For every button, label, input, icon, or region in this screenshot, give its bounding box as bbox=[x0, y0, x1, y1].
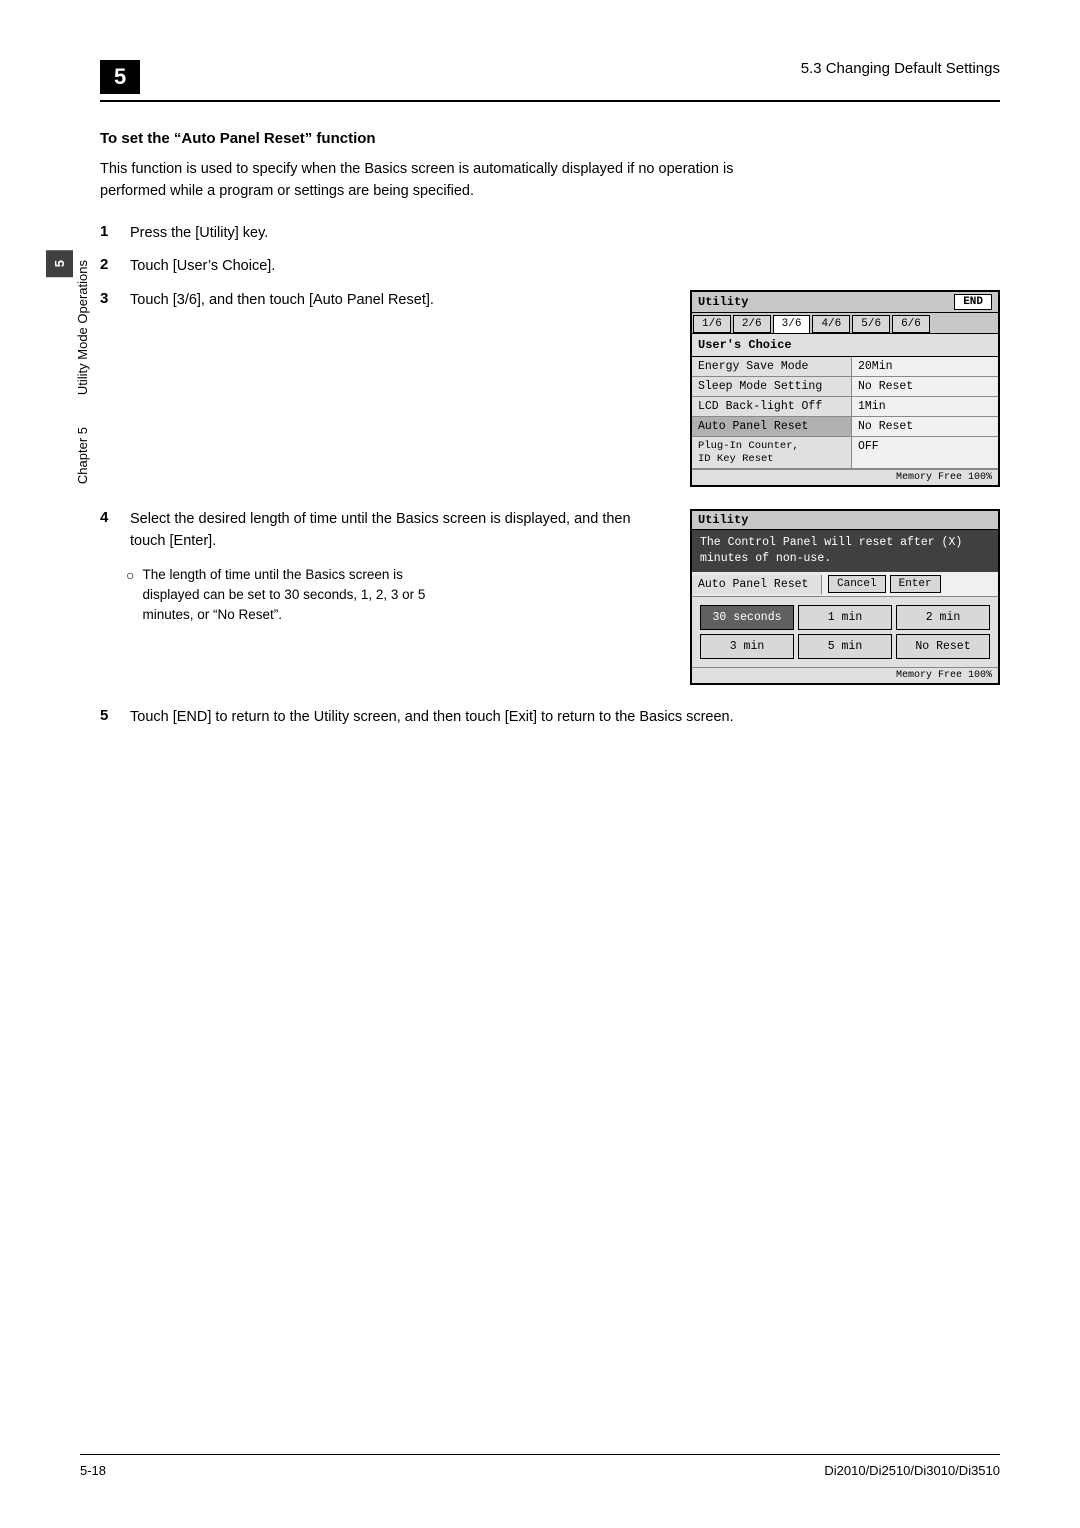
step-2-text: Touch [User’s Choice]. bbox=[130, 256, 275, 278]
lcd2-cancel-button[interactable]: Cancel bbox=[828, 575, 886, 593]
step-1-text: Press the [Utility] key. bbox=[130, 223, 268, 245]
lcd-screen-2: Utility The Control Panel will reset aft… bbox=[690, 509, 1000, 685]
step-1-number: 1 bbox=[100, 223, 120, 240]
step-5-text: Touch [END] to return to the Utility scr… bbox=[130, 707, 734, 729]
lcd2-enter-button[interactable]: Enter bbox=[890, 575, 941, 593]
lcd1-val-auto: No Reset bbox=[852, 417, 998, 436]
lcd2-option-2min[interactable]: 2 min bbox=[896, 605, 990, 630]
lcd1-key-energy: Energy Save Mode bbox=[692, 357, 852, 376]
lcd1-end-button[interactable]: END bbox=[954, 294, 992, 310]
lcd1-val-sleep: No Reset bbox=[852, 377, 998, 396]
step-3-content: 3 Touch [3/6], and then touch [Auto Pane… bbox=[100, 290, 660, 324]
footer-right: Di2010/Di2510/Di3010/Di3510 bbox=[824, 1463, 1000, 1478]
step-4-text: Select the desired length of time until … bbox=[130, 509, 660, 553]
lcd1-key-sleep: Sleep Mode Setting bbox=[692, 377, 852, 396]
tab-5-6[interactable]: 5/6 bbox=[852, 315, 890, 333]
lcd1-key-auto: Auto Panel Reset bbox=[692, 417, 852, 436]
lcd2-title: Utility bbox=[698, 513, 748, 527]
lcd1-row-lcd[interactable]: LCD Back-light Off 1Min bbox=[692, 397, 998, 417]
sidebar-chapter-text: Chapter 5 bbox=[75, 417, 90, 494]
step-4-number: 4 bbox=[100, 509, 120, 526]
lcd2-option-3min[interactable]: 3 min bbox=[700, 634, 794, 659]
footer-left: 5-18 bbox=[80, 1463, 106, 1478]
lcd1-titlebar: Utility END bbox=[692, 292, 998, 313]
step-4-row: 4 Select the desired length of time unti… bbox=[100, 509, 1000, 685]
step-2: 2 Touch [User’s Choice]. bbox=[100, 256, 1000, 278]
lcd2-option-30sec[interactable]: 30 seconds bbox=[700, 605, 794, 630]
tab-6-6[interactable]: 6/6 bbox=[892, 315, 930, 333]
screen1-container: Utility END 1/6 2/6 3/6 4/6 5/6 6/6 User… bbox=[690, 290, 1000, 487]
lcd1-val-lcd: 1Min bbox=[852, 397, 998, 416]
lcd1-row-auto[interactable]: Auto Panel Reset No Reset bbox=[692, 417, 998, 437]
lcd2-option-5min[interactable]: 5 min bbox=[798, 634, 892, 659]
lcd1-key-lcd: LCD Back-light Off bbox=[692, 397, 852, 416]
step-3: 3 Touch [3/6], and then touch [Auto Pane… bbox=[100, 290, 660, 312]
bullet-icon: ○ bbox=[126, 567, 134, 626]
lcd1-row-energy[interactable]: Energy Save Mode 20Min bbox=[692, 357, 998, 377]
lcd2-info-line1: The Control Panel will reset after (X) bbox=[700, 535, 990, 551]
step-1: 1 Press the [Utility] key. bbox=[100, 223, 1000, 245]
lcd2-auto-label: Auto Panel Reset bbox=[692, 575, 822, 594]
lcd-screen-1: Utility END 1/6 2/6 3/6 4/6 5/6 6/6 User… bbox=[690, 290, 1000, 487]
chapter-number: 5 bbox=[100, 60, 140, 94]
lcd2-auto-row: Auto Panel Reset Cancel Enter bbox=[692, 572, 998, 597]
lcd2-option-1min[interactable]: 1 min bbox=[798, 605, 892, 630]
lcd2-time-options: 30 seconds 1 min 2 min 3 min 5 min No Re… bbox=[692, 597, 998, 667]
page-header: 5 5.3 Changing Default Settings bbox=[100, 60, 1000, 102]
sidebar-chapter-num: 5 bbox=[46, 250, 73, 277]
sidebar-label: Utility Mode Operations bbox=[75, 250, 90, 405]
step-3-text: Touch [3/6], and then touch [Auto Panel … bbox=[130, 290, 434, 312]
tab-4-6[interactable]: 4/6 bbox=[812, 315, 850, 333]
page-footer: 5-18 Di2010/Di2510/Di3010/Di3510 bbox=[80, 1454, 1000, 1478]
lcd1-key-plugin: Plug-In Counter,ID Key Reset bbox=[692, 437, 852, 468]
sidebar: 5 Utility Mode Operations Chapter 5 bbox=[0, 250, 90, 950]
step-4-sub-text: The length of time until the Basics scre… bbox=[142, 565, 462, 626]
lcd1-label: User's Choice bbox=[692, 334, 998, 357]
tab-1-6[interactable]: 1/6 bbox=[693, 315, 731, 333]
lcd1-title: Utility bbox=[698, 295, 748, 309]
step-3-row: 3 Touch [3/6], and then touch [Auto Pane… bbox=[100, 290, 1000, 487]
lcd1-memory: Memory Free 100% bbox=[692, 469, 998, 485]
section-heading: To set the “Auto Panel Reset” function bbox=[100, 130, 1000, 147]
step-4: 4 Select the desired length of time unti… bbox=[100, 509, 660, 553]
lcd1-tabs: 1/6 2/6 3/6 4/6 5/6 6/6 bbox=[692, 313, 998, 334]
lcd2-memory: Memory Free 100% bbox=[692, 667, 998, 683]
lcd2-action-buttons: Cancel Enter bbox=[822, 572, 998, 596]
tab-3-6[interactable]: 3/6 bbox=[773, 315, 811, 333]
lcd1-val-plugin: OFF bbox=[852, 437, 998, 468]
step-4-subbullet: ○ The length of time until the Basics sc… bbox=[126, 565, 660, 626]
screen2-container: Utility The Control Panel will reset aft… bbox=[690, 509, 1000, 685]
lcd2-option-noreset[interactable]: No Reset bbox=[896, 634, 990, 659]
lcd2-info-box: The Control Panel will reset after (X) m… bbox=[692, 530, 998, 572]
chapter-header: 5 bbox=[100, 60, 140, 94]
lcd1-row-sleep[interactable]: Sleep Mode Setting No Reset bbox=[692, 377, 998, 397]
lcd2-titlebar: Utility bbox=[692, 511, 998, 530]
step-5: 5 Touch [END] to return to the Utility s… bbox=[100, 707, 1000, 729]
intro-text: This function is used to specify when th… bbox=[100, 159, 800, 203]
lcd2-info-line2: minutes of non-use. bbox=[700, 551, 990, 567]
section-title: 5.3 Changing Default Settings bbox=[801, 60, 1000, 77]
lcd1-val-energy: 20Min bbox=[852, 357, 998, 376]
step-2-number: 2 bbox=[100, 256, 120, 273]
tab-2-6[interactable]: 2/6 bbox=[733, 315, 771, 333]
page: 5 5.3 Changing Default Settings To set t… bbox=[0, 0, 1080, 1528]
lcd1-row-plugin[interactable]: Plug-In Counter,ID Key Reset OFF bbox=[692, 437, 998, 469]
step-4-content: 4 Select the desired length of time unti… bbox=[100, 509, 660, 625]
step-5-number: 5 bbox=[100, 707, 120, 729]
step-3-number: 3 bbox=[100, 290, 120, 307]
